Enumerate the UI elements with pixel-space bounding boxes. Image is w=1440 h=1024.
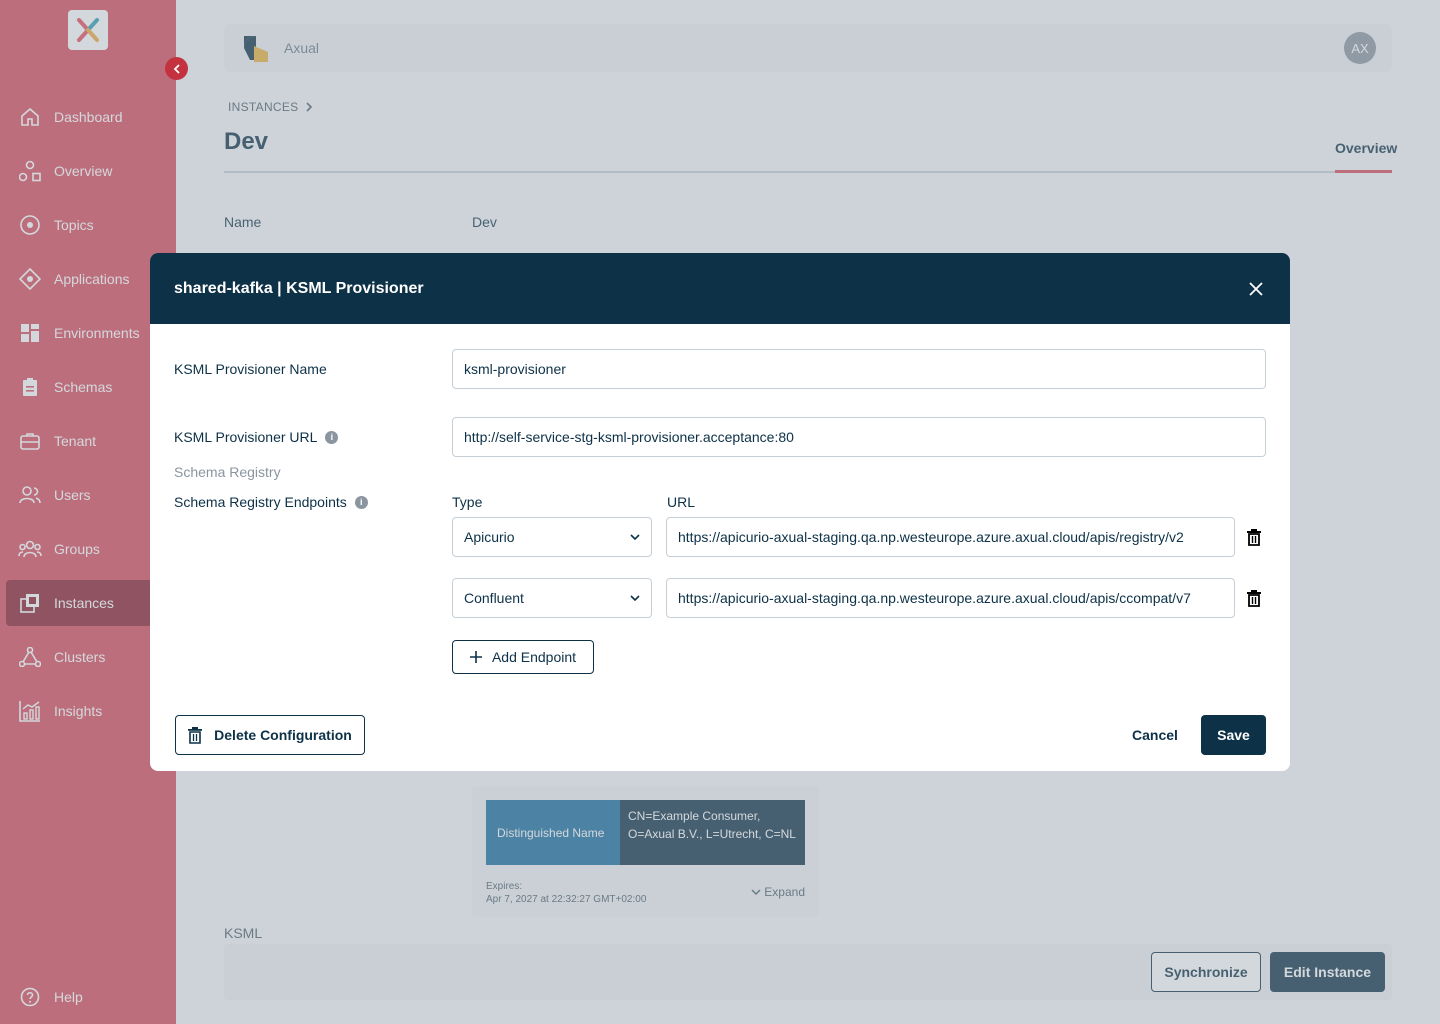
provisioner-url-input[interactable]: http://self-service-stg-ksml-provisioner… [452,417,1266,457]
save-button[interactable]: Save [1201,715,1266,755]
chevron-left-icon [173,63,180,74]
trash-icon [1247,528,1261,546]
close-button[interactable] [1244,277,1268,301]
endpoint-url-input[interactable]: https://apicurio-axual-staging.qa.np.wes… [666,578,1235,618]
provisioner-url-label: KSML Provisioner URL i [174,429,339,445]
provisioner-name-label-text: KSML Provisioner Name [174,361,327,377]
endpoint-type-select[interactable]: Apicurio [452,517,652,557]
schema-registry-heading: Schema Registry [174,464,281,480]
chevron-down-icon [630,595,640,602]
provisioner-url-label-text: KSML Provisioner URL [174,429,318,445]
add-endpoint-label: Add Endpoint [491,649,577,665]
collapse-sidebar-button[interactable] [165,57,188,80]
endpoint-url-input[interactable]: https://apicurio-axual-staging.qa.np.wes… [666,517,1235,557]
info-icon[interactable]: i [354,495,368,509]
endpoint-type-select[interactable]: Confluent [452,578,652,618]
type-column-header: Type [452,494,483,510]
endpoints-label: Schema Registry Endpoints i [174,494,368,510]
delete-configuration-label: Delete Configuration [214,727,352,743]
provisioner-name-label: KSML Provisioner Name [174,361,327,377]
trash-icon [188,726,203,744]
close-icon [1249,282,1263,296]
cancel-button[interactable]: Cancel [1122,715,1188,755]
modal-title: shared-kafka | KSML Provisioner [174,279,424,297]
modal-header: shared-kafka | KSML Provisioner [150,253,1290,324]
delete-endpoint-button[interactable] [1244,588,1264,608]
info-icon[interactable]: i [325,430,339,444]
provisioner-name-input[interactable]: ksml-provisioner [452,349,1266,389]
endpoints-label-text: Schema Registry Endpoints [174,494,347,510]
trash-icon [1247,589,1261,607]
delete-endpoint-button[interactable] [1244,527,1264,547]
endpoint-type-value: Apicurio [464,529,515,545]
add-endpoint-button[interactable]: Add Endpoint [452,640,594,674]
plus-icon [469,651,482,663]
url-column-header: URL [667,494,696,510]
delete-configuration-button[interactable]: Delete Configuration [175,715,365,755]
chevron-down-icon [630,534,640,541]
endpoint-type-value: Confluent [464,590,524,606]
ksml-provisioner-modal: shared-kafka | KSML Provisioner KSML Pro… [150,253,1290,771]
